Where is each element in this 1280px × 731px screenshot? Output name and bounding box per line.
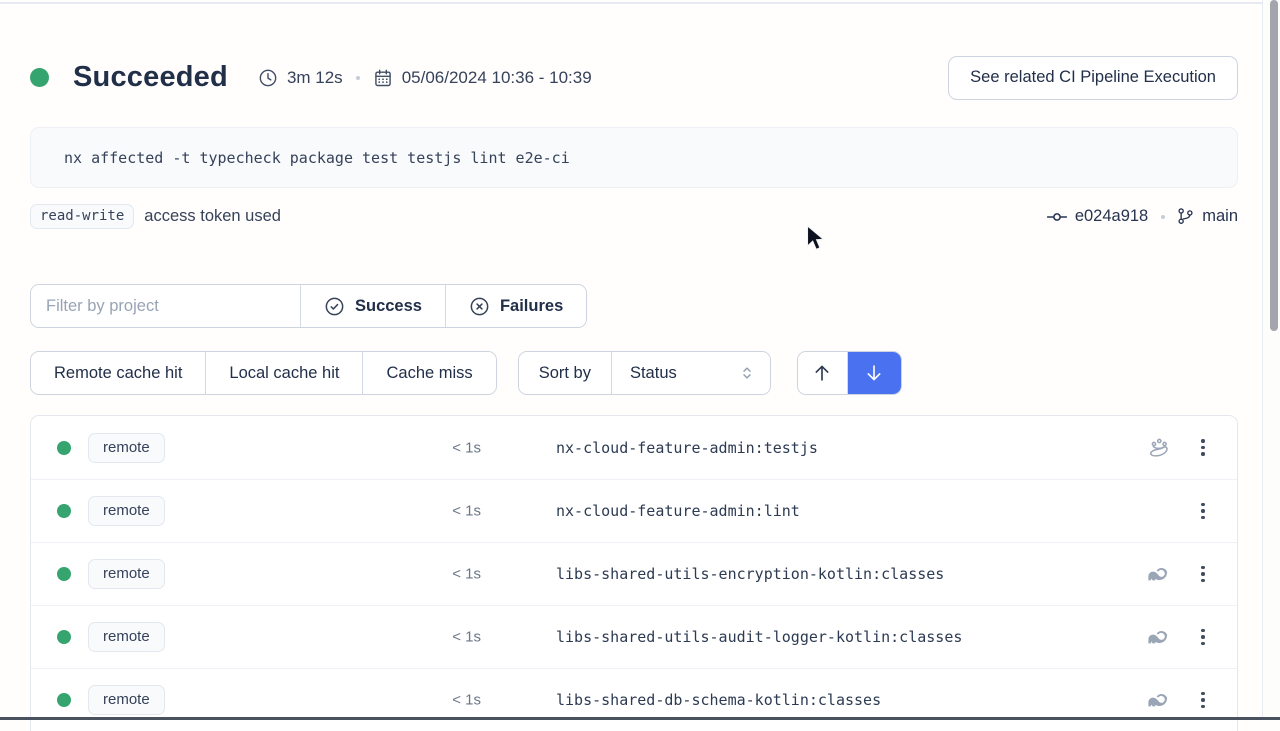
separator-dot [356,76,360,80]
task-status-dot [57,567,71,581]
sort-descending-button[interactable] [847,352,901,394]
x-circle-icon [469,296,490,317]
filter-success-button[interactable]: Success [300,285,445,327]
separator-dot [1161,215,1165,219]
sort-ascending-button[interactable] [798,352,847,394]
task-menu-kebab[interactable] [1190,687,1216,713]
task-menu-kebab[interactable] [1190,624,1216,650]
cache-source-badge: remote [88,433,165,463]
status-dot [30,68,49,87]
check-circle-icon [324,296,345,317]
sort-by-label: Sort by [519,352,611,394]
see-related-ci-pipeline-button[interactable]: See related CI Pipeline Execution [948,56,1238,100]
task-status-dot [57,630,71,644]
arrow-up-icon [811,362,833,384]
sort-selected-value: Status [630,364,677,383]
sort-field-select[interactable]: Status [611,352,770,394]
task-menu-kebab[interactable] [1190,561,1216,587]
task-name[interactable]: libs-shared-utils-encryption-kotlin:clas… [556,565,944,583]
project-filter-group: Success Failures [30,284,587,328]
vcs-info: e024a918 main [1046,206,1238,228]
success-label: Success [355,297,422,316]
access-token-scope-badge: read-write [30,204,134,229]
sort-group: Sort by Status [518,351,771,395]
task-name[interactable]: nx-cloud-feature-admin:testjs [556,439,818,457]
gradle-icon [1146,625,1171,650]
chevron-up-down-icon [738,364,756,382]
cache-filter-group: Remote cache hit Local cache hit Cache m… [30,351,497,395]
task-list: remote < 1s nx-cloud-feature-admin:testj… [30,415,1238,731]
task-row[interactable]: remote < 1s nx-cloud-feature-admin:testj… [31,416,1237,479]
task-row[interactable]: remote < 1s libs-shared-utils-audit-logg… [31,605,1237,668]
run-date-range: 05/06/2024 10:36 - 10:39 [402,68,592,88]
task-duration: < 1s [419,629,481,646]
filter-input-wrap [31,285,300,327]
cache-source-badge: remote [88,685,165,715]
task-status-dot [57,693,71,707]
task-row[interactable]: remote < 1s nx-cloud-feature-admin:lint [31,479,1237,542]
branch-name[interactable]: main [1202,207,1238,226]
commit-sha[interactable]: e024a918 [1075,207,1148,226]
local-cache-hit-button[interactable]: Local cache hit [205,352,362,394]
task-duration: < 1s [419,503,481,520]
task-duration: < 1s [419,439,481,456]
task-status-dot [57,441,71,455]
gradle-icon [1146,688,1171,713]
task-menu-kebab[interactable] [1190,435,1216,461]
cache-miss-button[interactable]: Cache miss [362,352,495,394]
task-duration: < 1s [419,692,481,709]
task-name[interactable]: libs-shared-db-schema-kotlin:classes [556,691,881,709]
gradle-icon [1146,562,1171,587]
sort-direction-group [797,351,902,395]
cache-source-badge: remote [88,559,165,589]
task-name[interactable]: libs-shared-utils-audit-logger-kotlin:cl… [556,628,962,646]
scrollbar-track[interactable] [1262,0,1280,720]
cache-source-badge: remote [88,622,165,652]
filter-by-project-input[interactable] [31,297,300,316]
cache-source-badge: remote [88,496,165,526]
remote-cache-hit-button[interactable]: Remote cache hit [31,352,205,394]
page-title: Succeeded [73,61,228,94]
arrow-down-icon [863,362,885,384]
command-box: nx affected -t typecheck package test te… [30,127,1238,188]
access-token-text: access token used [144,207,281,226]
clock-icon [258,68,278,88]
task-row[interactable]: remote < 1s libs-shared-db-schema-kotlin… [31,668,1237,731]
filter-failures-button[interactable]: Failures [445,285,586,327]
task-name[interactable]: nx-cloud-feature-admin:lint [556,502,800,520]
run-duration: 3m 12s [287,68,343,88]
failures-label: Failures [500,297,563,316]
task-row[interactable]: remote < 1s libs-shared-utils-encryption… [31,542,1237,605]
task-menu-kebab[interactable] [1190,498,1216,524]
scrollbar-thumb[interactable] [1270,0,1278,331]
git-commit-icon [1046,206,1068,228]
calendar-icon [373,68,393,88]
run-status-header: Succeeded 3m 12s 05/06/2024 10:36 - 10:3… [30,55,1238,100]
task-status-dot [57,504,71,518]
git-branch-icon [1176,207,1195,226]
run-command: nx affected -t typecheck package test te… [64,149,570,167]
jest-icon [1147,436,1171,460]
task-duration: < 1s [419,566,481,583]
